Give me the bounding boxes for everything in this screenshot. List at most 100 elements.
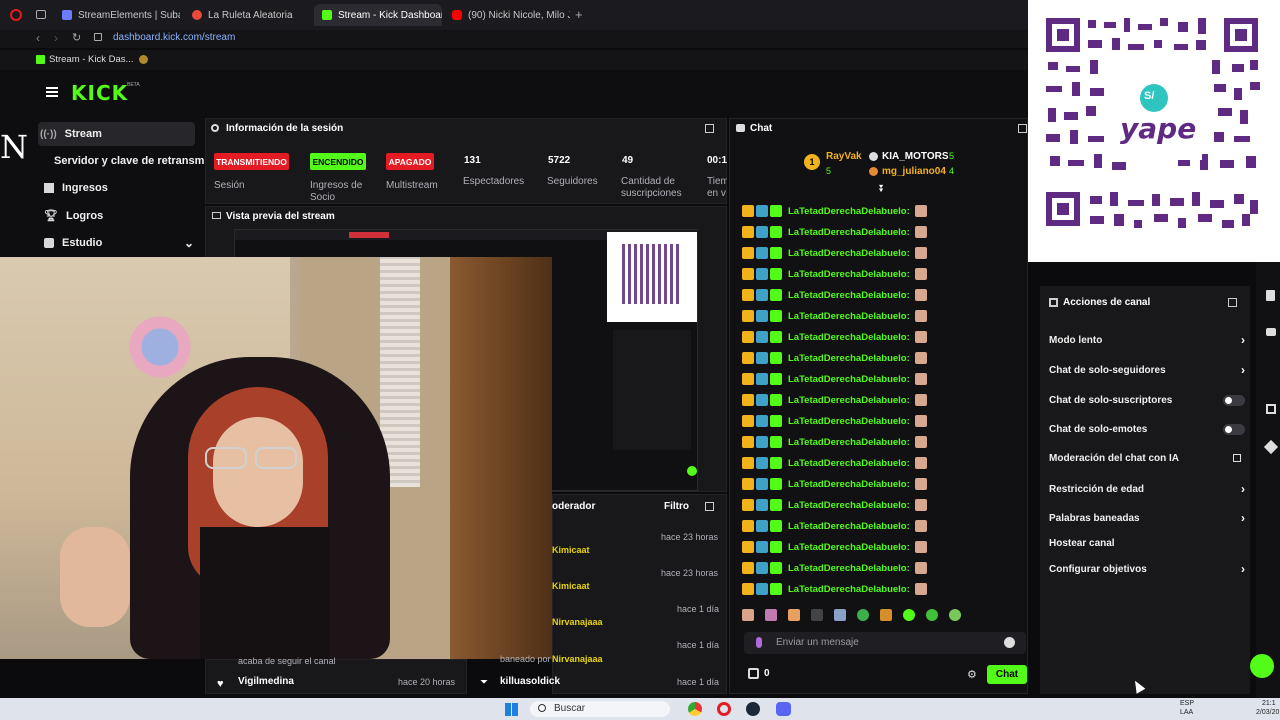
sidebar-item-server-key[interactable]: Servidor y clave de retransm [54, 155, 204, 167]
emote-icon[interactable] [834, 609, 846, 621]
chat-username[interactable]: LaTetadDerechaDelabuelo: [788, 437, 910, 448]
channel-action-chat-de-solo-suscriptores[interactable]: Chat de solo-suscriptores [1049, 392, 1245, 408]
url-input[interactable]: dashboard.kick.com/stream [113, 32, 235, 43]
chat-username[interactable]: LaTetadDerechaDelabuelo: [788, 584, 910, 595]
chat-settings-gear-icon[interactable]: ⚙ [967, 668, 977, 681]
gifter-name[interactable]: mg_juliano04 [882, 166, 946, 177]
popout-icon[interactable] [1018, 124, 1027, 133]
side-tool-icon[interactable] [1266, 328, 1276, 336]
channel-action-modo-lento[interactable]: Modo lento › [1049, 332, 1245, 348]
menu-icon[interactable] [46, 87, 58, 97]
back-icon[interactable]: ‹ [36, 31, 40, 45]
chat-username[interactable]: LaTetadDerechaDelabuelo: [788, 479, 910, 490]
kick-logo[interactable]: KICK [71, 81, 128, 105]
mic-icon[interactable] [756, 637, 762, 648]
popout-icon[interactable] [705, 502, 714, 511]
chat-username[interactable]: LaTetadDerechaDelabuelo: [788, 332, 910, 343]
steam-icon[interactable] [746, 702, 760, 716]
chat-username[interactable]: LaTetadDerechaDelabuelo: [788, 269, 910, 280]
chat-username[interactable]: LaTetadDerechaDelabuelo: [788, 395, 910, 406]
channel-action-hostear-canal[interactable]: Hostear canal [1049, 535, 1245, 551]
emote-icon[interactable] [926, 609, 938, 621]
channel-action-moderación-del-chat-con-ia[interactable]: Moderación del chat con IA [1049, 450, 1245, 466]
activity-user[interactable]: Nirvanajaaa [552, 617, 603, 627]
channel-action-chat-de-solo-emotes[interactable]: Chat de solo-emotes [1049, 421, 1245, 437]
chat-username[interactable]: LaTetadDerechaDelabuelo: [788, 353, 910, 364]
sidebar-item-ingresos[interactable]: Ingresos [44, 182, 108, 194]
channel-action-palabras-baneadas[interactable]: Palabras baneadas › [1049, 510, 1245, 526]
chat-username[interactable]: LaTetadDerechaDelabuelo: [788, 416, 910, 427]
tray-lang[interactable]: ESP [1180, 700, 1194, 707]
emote-icon[interactable] [857, 609, 869, 621]
sidebar-item-label: Servidor y clave de retransm [54, 155, 205, 167]
new-tab-button[interactable]: + [575, 7, 583, 22]
emote-icon[interactable] [765, 609, 777, 621]
chat-username[interactable]: LaTetadDerechaDelabuelo: [788, 206, 910, 217]
bookmark-extra-icon[interactable] [139, 55, 148, 64]
activity-user[interactable]: killuasoldick [500, 676, 560, 687]
discord-icon[interactable] [776, 702, 791, 716]
emote-icon [914, 478, 927, 490]
follower-user[interactable]: Vigilmedina [238, 676, 294, 687]
emote-icon[interactable] [742, 609, 754, 621]
emote-icon[interactable] [788, 609, 800, 621]
activity-user[interactable]: Nirvanajaaa [552, 654, 603, 664]
tab-ruleta[interactable]: La Ruleta Aleatoria [184, 4, 310, 26]
emoji-icon[interactable] [1004, 637, 1015, 648]
sidebar-item-stream[interactable]: ((·)) Stream [40, 128, 102, 140]
chat-username[interactable]: LaTetadDerechaDelabuelo: [788, 542, 910, 553]
tab-kick-dashboard[interactable]: Stream - Kick Dashboard [314, 4, 442, 26]
gifter-name[interactable]: KIA_MOTORS [882, 151, 949, 162]
expand-down-icon[interactable]: ⏬︎ [879, 184, 884, 195]
chat-username[interactable]: LaTetadDerechaDelabuelo: [788, 521, 910, 532]
chat-username[interactable]: LaTetadDerechaDelabuelo: [788, 311, 910, 322]
channel-action-restricción-de-edad[interactable]: Restricción de edad › [1049, 481, 1245, 497]
bookmark-link[interactable]: Stream - Kick Das... [49, 54, 133, 65]
tab-youtube[interactable]: (90) Nicki Nicole, Milo J - [444, 4, 570, 26]
chat-username[interactable]: LaTetadDerechaDelabuelo: [788, 248, 910, 259]
tab-streamelements[interactable]: StreamElements | Subatho [54, 4, 180, 26]
emote-icon[interactable] [811, 609, 823, 621]
chat-float-button[interactable] [1250, 654, 1274, 678]
channel-action-chat-de-solo-seguidores[interactable]: Chat de solo-seguidores › [1049, 362, 1245, 378]
opera-icon[interactable] [717, 702, 731, 716]
chat-username[interactable]: LaTetadDerechaDelabuelo: [788, 563, 910, 574]
chat-username[interactable]: LaTetadDerechaDelabuelo: [788, 290, 910, 301]
workspaces-icon[interactable] [36, 10, 46, 19]
top-gifter-name[interactable]: RayVak [826, 151, 862, 162]
popout-icon[interactable] [1228, 298, 1237, 307]
sidebar-item-estudio[interactable]: Estudio ⌄ [44, 236, 194, 250]
reload-icon[interactable]: ↻ [72, 31, 81, 44]
channel-action-label: Restricción de edad [1049, 483, 1145, 495]
forward-icon[interactable]: › [54, 31, 58, 45]
chat-username[interactable]: LaTetadDerechaDelabuelo: [788, 500, 910, 511]
activity-user[interactable]: Kimicaat [552, 545, 590, 555]
gift-badge-icon [770, 478, 782, 490]
toggle-switch[interactable] [1223, 423, 1245, 435]
chevron-down-icon[interactable]: ⌄ [184, 236, 194, 250]
sub-badge-icon [756, 373, 768, 385]
chrome-icon[interactable] [688, 702, 702, 716]
side-tool-icon[interactable] [1266, 404, 1276, 414]
chat-username[interactable]: LaTetadDerechaDelabuelo: [788, 458, 910, 469]
chat-username[interactable]: LaTetadDerechaDelabuelo: [788, 374, 910, 385]
sidebar-item-logros[interactable]: 🏆︎ Logros [44, 209, 103, 223]
emote-icon[interactable] [949, 609, 961, 621]
emote-icon[interactable] [903, 609, 915, 621]
toggle-switch[interactable] [1223, 394, 1245, 406]
activity-user[interactable]: Kimicaat [552, 581, 590, 591]
clock-time[interactable]: 21:1 [1262, 700, 1276, 707]
chat-send-button[interactable]: Chat [987, 665, 1027, 684]
taskbar-search[interactable]: Buscar [530, 701, 670, 717]
popout-icon[interactable] [705, 124, 714, 133]
browser-logo-icon[interactable] [10, 9, 22, 21]
channel-action-configurar-objetivos[interactable]: Configurar objetivos › [1049, 561, 1245, 577]
emote-icon [914, 457, 927, 469]
gift-icon[interactable] [748, 668, 759, 679]
emote-icon[interactable] [880, 609, 892, 621]
chat-input[interactable]: Enviar un mensaje [744, 632, 1026, 654]
windows-start-icon[interactable] [505, 703, 518, 716]
filter-button[interactable]: Filtro [664, 501, 689, 512]
chat-username[interactable]: LaTetadDerechaDelabuelo: [788, 227, 910, 238]
side-tool-icon[interactable] [1266, 290, 1275, 301]
